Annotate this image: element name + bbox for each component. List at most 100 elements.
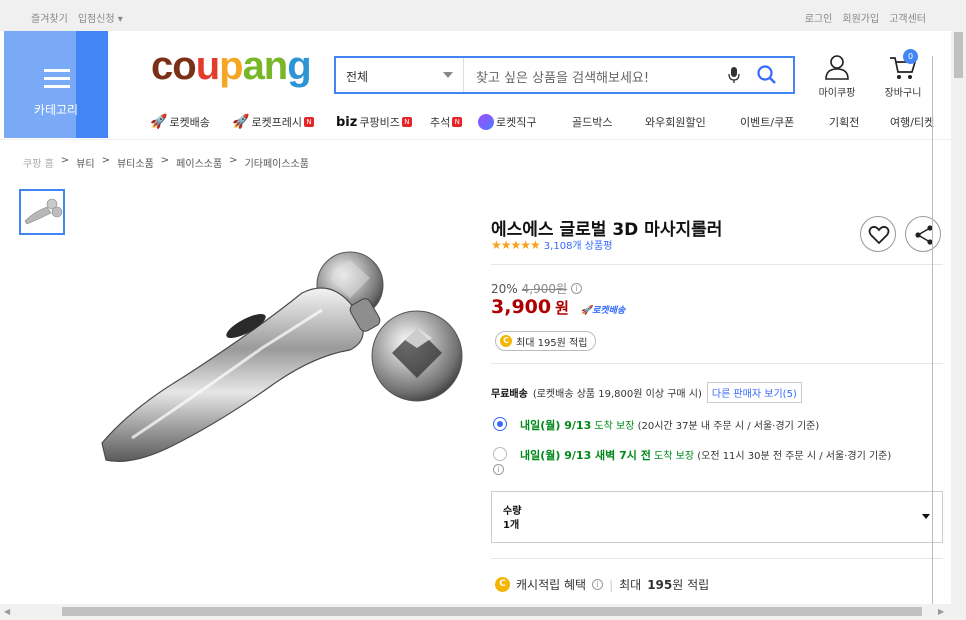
breadcrumb: 쿠팡 홈 > 뷰티 > 뷰티소품 > 페이스소품 > 기타페이스소품 (23, 155, 309, 170)
mycoupang-label: 마이쿠팡 (818, 88, 856, 99)
quantity-value: 1개 (503, 520, 520, 531)
rocket-icon: 🚀 (580, 306, 593, 316)
cart-count-badge: 0 (903, 49, 918, 64)
search-bar: 전체 찾고 싶은 상품을 검색해보세요! (334, 56, 795, 94)
delivery-option-radio[interactable] (493, 417, 507, 431)
biz-logo: biz (336, 114, 358, 130)
cash-benefit-row: C 캐시적립 혜택 i | 최대 195 원 적립 (495, 576, 709, 593)
product-thumbnail[interactable] (19, 189, 65, 235)
quantity-label: 수량 (503, 506, 522, 517)
discount-rate: 20% (491, 281, 518, 296)
nav-event-coupon[interactable]: 이벤트/쿠폰 (740, 114, 794, 130)
nav-goldbox[interactable]: 골드박스 (572, 114, 612, 130)
breadcrumb-other-face-tools[interactable]: 기타페이스소품 (245, 155, 309, 170)
panel-edge-line (932, 56, 933, 607)
product-rating: ★★★★★ 3,108개 상품평 (491, 237, 613, 253)
category-button[interactable]: 카테고리 (4, 31, 108, 138)
nav-travel-ticket[interactable]: 여행/티켓 (890, 114, 934, 130)
shipping-condition: (로켓배송 상품 19,800원 이상 구매 시) (532, 389, 702, 400)
section-divider (491, 558, 943, 559)
horizontal-scrollbar[interactable]: ◀ ▶ (0, 604, 966, 620)
share-button[interactable] (905, 216, 941, 252)
cash-benefit-amount: 195 (647, 577, 673, 592)
signup-link[interactable]: 회원가입 (842, 10, 879, 25)
breadcrumb-beauty-tools[interactable]: 뷰티소품 (117, 155, 154, 170)
vertical-scrollbar-thumb[interactable] (954, 32, 963, 78)
breadcrumb-separator: > (60, 155, 70, 166)
delivery-date: 내일(월) 9/13 (520, 419, 592, 432)
chevron-down-icon (443, 72, 453, 78)
share-icon (915, 225, 933, 245)
vertical-scrollbar[interactable] (951, 0, 966, 604)
cart-button[interactable]: 0 장바구니 (876, 49, 930, 99)
cart-label: 장바구니 (884, 88, 922, 99)
top-utility-bar: 즐겨찾기 입점신청 ▾ 로그인 회원가입 고객센터 (0, 0, 966, 31)
free-shipping-label: 무료배송 (491, 389, 528, 400)
nav-coupang-biz[interactable]: biz 쿠팡비즈 N (336, 114, 412, 130)
new-badge: N (452, 117, 463, 127)
horizontal-scrollbar-thumb[interactable] (62, 607, 922, 616)
seller-apply-link[interactable]: 입점신청 ▾ (78, 10, 123, 25)
new-badge: N (401, 117, 412, 127)
delivery-guarantee: 도착 보장 (594, 421, 635, 432)
rocket-delivery-badge: 🚀로켓배송 (580, 306, 626, 316)
cash-benefit-suffix: 원 적립 (672, 578, 710, 592)
support-link[interactable]: 고객센터 (889, 10, 926, 25)
user-icon (825, 55, 849, 80)
cash-benefit-prefix: 최대 (619, 578, 642, 592)
nav-exhibition[interactable]: 기획전 (829, 114, 859, 130)
breadcrumb-home[interactable]: 쿠팡 홈 (23, 155, 54, 170)
favorite-button[interactable] (860, 216, 896, 252)
delivery-guarantee: 도착 보장 (654, 451, 695, 462)
coin-icon: C (500, 335, 512, 347)
delivery-date: 내일(월) 9/13 새벽 7시 전 (520, 449, 651, 462)
star-rating: ★★★★★ (491, 237, 541, 252)
breadcrumb-separator: > (160, 155, 170, 166)
mycoupang-button[interactable]: 마이쿠팡 (812, 53, 862, 99)
discount-row: 20% 4,900원 i (491, 280, 583, 297)
info-icon[interactable]: i (571, 283, 583, 294)
breadcrumb-separator: > (229, 155, 238, 166)
nav-rocket-global[interactable]: 로켓직구 (478, 114, 536, 130)
hamburger-icon (44, 69, 70, 93)
scroll-right-arrow-icon[interactable]: ▶ (938, 607, 944, 616)
coupang-logo[interactable]: coupang (151, 46, 312, 86)
category-label: 카테고리 (33, 103, 79, 117)
nav-rocket-delivery[interactable]: 🚀 로켓배송 (150, 114, 210, 130)
massage-roller-thumb-image (24, 198, 63, 225)
header-divider (0, 139, 966, 140)
cash-reward-pill[interactable]: C 최대 195원 적립 (495, 331, 597, 351)
nav-wow-discount[interactable]: 와우회원할인 (645, 114, 706, 130)
search-input[interactable]: 찾고 싶은 상품을 검색해보세요! (476, 67, 649, 86)
price-unit: 원 (555, 299, 569, 317)
microphone-icon[interactable] (728, 66, 740, 84)
cash-benefit-label: 캐시적립 혜택 (516, 578, 587, 592)
section-divider (491, 363, 943, 364)
global-icon (478, 114, 494, 130)
coupang-product-page: 즐겨찾기 입점신청 ▾ 로그인 회원가입 고객센터 카테고리 coupang 전… (0, 0, 966, 620)
product-image[interactable] (92, 238, 472, 498)
rocket-fresh-icon: 🚀 (232, 114, 250, 130)
info-icon[interactable]: i (592, 579, 604, 590)
separator: | (609, 577, 614, 592)
quantity-select[interactable]: 수량 1개 (491, 491, 943, 543)
breadcrumb-beauty[interactable]: 뷰티 (76, 155, 94, 170)
info-icon[interactable]: i (493, 464, 504, 475)
nav-chuseok[interactable]: 추석 N (430, 114, 463, 130)
breadcrumb-face-tools[interactable]: 페이스소품 (176, 155, 222, 170)
section-divider (491, 264, 943, 265)
rocket-icon: 🚀 (150, 114, 168, 130)
chevron-down-icon (922, 514, 930, 519)
scroll-left-arrow-icon[interactable]: ◀ (4, 607, 10, 616)
new-badge: N (304, 117, 315, 127)
search-icon[interactable] (756, 64, 778, 86)
nav-rocket-fresh[interactable]: 🚀 로켓프레시 N (232, 114, 315, 130)
login-link[interactable]: 로그인 (805, 10, 833, 25)
search-scope-select[interactable]: 전체 (336, 58, 464, 92)
delivery-note: (20시간 37분 내 주문 시 / 서울⋅경기 기준) (637, 421, 820, 432)
review-count-link[interactable]: 3,108개 상품평 (544, 237, 613, 252)
delivery-option-radio[interactable] (493, 447, 507, 461)
bookmark-link[interactable]: 즐겨찾기 (31, 10, 68, 25)
other-sellers-button[interactable]: 다른 판매자 보기(5) (706, 382, 802, 403)
price-amount: 3,900 (491, 296, 552, 318)
